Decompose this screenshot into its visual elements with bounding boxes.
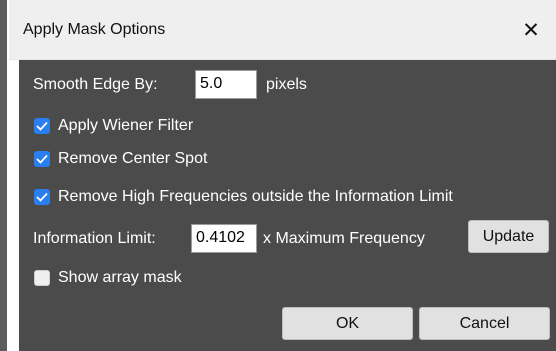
apply-wiener-filter-checkbox[interactable] (34, 118, 50, 134)
update-button[interactable]: Update (468, 220, 549, 253)
information-limit-suffix: x Maximum Frequency (263, 230, 425, 247)
remove-high-frequencies-checkbox[interactable] (34, 189, 50, 205)
smooth-edge-unit: pixels (266, 76, 307, 93)
checkmark-icon (36, 154, 48, 164)
options-panel: Smooth Edge By: 5.0 pixels Apply Wiener … (19, 60, 556, 351)
cancel-button[interactable]: Cancel (419, 307, 550, 340)
ok-button[interactable]: OK (282, 307, 413, 340)
show-array-mask-label[interactable]: Show array mask (58, 269, 182, 287)
checkmark-icon (36, 121, 48, 131)
information-limit-label: Information Limit: (33, 230, 156, 247)
remove-center-spot-checkbox[interactable] (34, 151, 50, 167)
close-icon[interactable]: ✕ (520, 20, 542, 42)
checkmark-icon (36, 192, 48, 202)
remove-center-spot-label[interactable]: Remove Center Spot (58, 150, 207, 168)
information-limit-input[interactable]: 0.4102 (191, 224, 257, 253)
dialog-titlebar[interactable]: Apply Mask Options ✕ (9, 0, 556, 60)
show-array-mask-checkbox[interactable] (34, 270, 50, 286)
dialog-title: Apply Mask Options (23, 21, 166, 38)
remove-high-frequencies-label[interactable]: Remove High Frequencies outside the Info… (58, 188, 453, 206)
smooth-edge-input[interactable]: 5.0 (195, 70, 257, 99)
window-edge (0, 0, 9, 351)
apply-wiener-filter-label[interactable]: Apply Wiener Filter (58, 117, 193, 135)
smooth-edge-label: Smooth Edge By: (33, 76, 158, 93)
apply-mask-options-dialog: Apply Mask Options ✕ Smooth Edge By: 5.0… (0, 0, 556, 351)
